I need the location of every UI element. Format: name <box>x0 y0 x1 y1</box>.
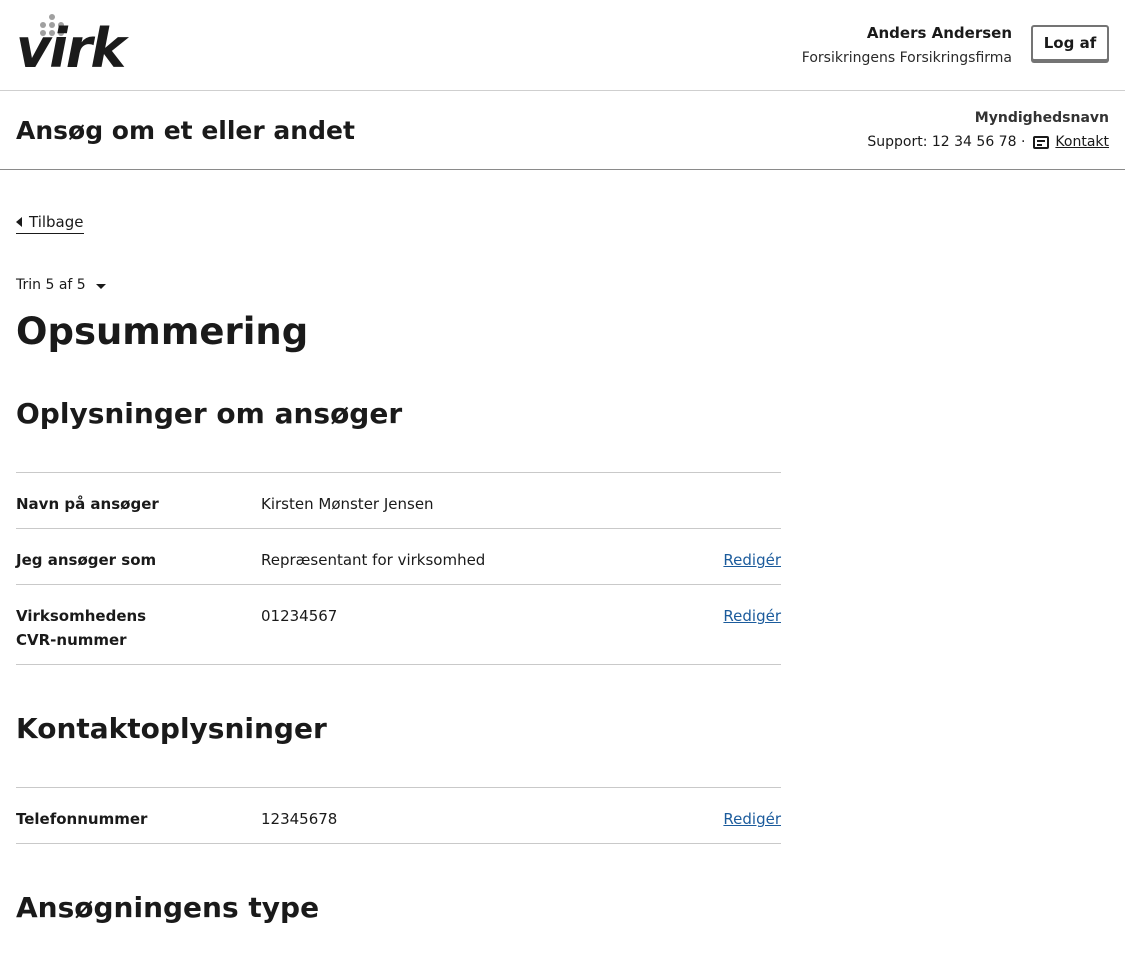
company-name: Forsikringens Forsikringsfirma <box>801 50 1012 66</box>
step-label: Trin 5 af 5 <box>16 277 86 293</box>
service-header: Ansøg om et eller andet Myndighedsnavn S… <box>0 91 1125 170</box>
row-value: Kirsten Mønster Jensen <box>261 495 434 513</box>
edit-link[interactable]: Redigér <box>723 807 781 831</box>
message-icon <box>1033 135 1050 149</box>
section-title-application-type: Ansøgningens type <box>16 891 320 924</box>
row-label: Jeg ansøger som <box>16 551 157 569</box>
row-value: 12345678 <box>261 810 338 828</box>
row-label: Virksomhedens CVR-nummer <box>16 607 147 649</box>
contact-link[interactable]: Kontakt <box>1055 133 1109 151</box>
authority-name: Myndighedsnavn <box>974 110 1109 126</box>
summary-table-applicant: Navn på ansøger Kirsten Mønster Jensen J… <box>16 472 781 665</box>
support-line: Support: 12 34 56 78 · Kontakt <box>867 133 1109 151</box>
step-indicator[interactable]: Trin 5 af 5 <box>16 277 106 293</box>
section-title-applicant: Oplysninger om ansøger <box>16 397 403 430</box>
row-value: 01234567 <box>261 607 338 625</box>
virk-logo[interactable]: virk <box>16 14 126 80</box>
back-label: Tilbage <box>29 213 84 231</box>
row-label: Navn på ansøger <box>16 495 159 513</box>
row-label: Telefonnummer <box>16 810 148 828</box>
edit-link[interactable]: Redigér <box>723 604 781 628</box>
table-row: Jeg ansøger som Repræsentant for virksom… <box>16 529 781 585</box>
page-title: Opsummering <box>16 310 309 353</box>
edit-link[interactable]: Redigér <box>723 548 781 572</box>
back-link[interactable]: Tilbage <box>16 213 84 234</box>
support-text: Support: 12 34 56 78 · <box>867 134 1026 150</box>
site-header: virk Anders Andersen Forsikringens Forsi… <box>0 0 1125 91</box>
user-info: Anders Andersen Forsikringens Forsikring… <box>802 24 1012 68</box>
row-value: Repræsentant for virksomhed <box>261 551 486 569</box>
service-title: Ansøg om et eller andet <box>16 116 355 145</box>
table-row: Telefonnummer 12345678 Redigér <box>16 788 781 844</box>
caret-down-icon <box>95 283 106 289</box>
table-row: Navn på ansøger Kirsten Mønster Jensen <box>16 473 781 529</box>
chevron-left-icon <box>16 217 22 227</box>
logout-button[interactable]: Log af <box>1031 25 1109 61</box>
summary-table-contact: Telefonnummer 12345678 Redigér <box>16 787 781 844</box>
section-title-contact: Kontaktoplysninger <box>16 712 327 745</box>
authority-info: Myndighedsnavn Support: 12 34 56 78 · Ko… <box>867 109 1109 151</box>
user-name: Anders Andersen <box>866 24 1012 42</box>
logo-text: virk <box>16 17 126 80</box>
table-row: Virksomhedens CVR-nummer 01234567 Redigé… <box>16 585 781 665</box>
